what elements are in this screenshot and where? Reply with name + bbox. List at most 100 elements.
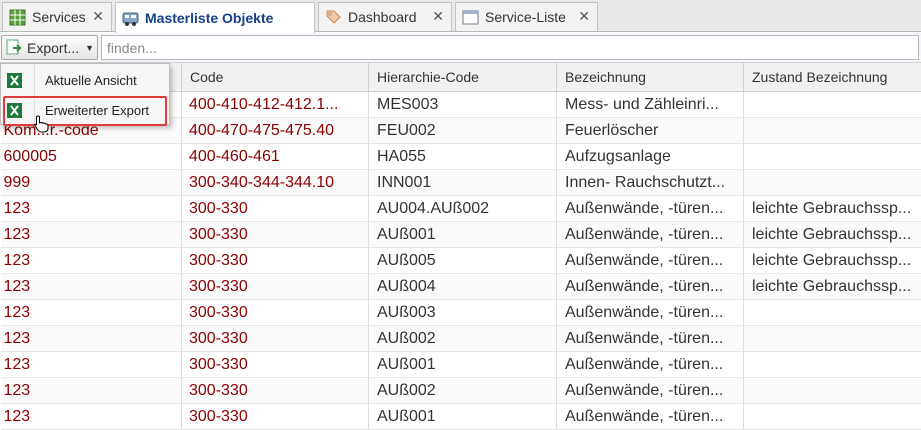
table-cell: 300-330 (181, 195, 369, 222)
table-row[interactable]: 123 300-330 AUß002 Außenwände, -türen... (0, 325, 921, 352)
table-row[interactable]: 123 300-330 AUß003 Außenwände, -türen... (0, 299, 921, 326)
vehicle-icon (122, 12, 139, 26)
tab-label: Dashboard (348, 9, 417, 25)
table-cell: 123 (0, 377, 182, 404)
column-header[interactable]: Code (181, 63, 369, 92)
table-cell: AUß001 (368, 351, 557, 378)
table-cell: 300-330 (181, 221, 369, 248)
table-cell: 300-330 (181, 273, 369, 300)
table-cell: Außenwände, -türen... (556, 247, 744, 274)
table-cell (743, 299, 921, 326)
table-cell: 400-460-461 (181, 143, 369, 170)
tab-masterliste-objekte[interactable]: Masterliste Objekte (115, 2, 315, 33)
table-row[interactable]: 123 300-330 AUß005 Außenwände, -türen... lei… (0, 247, 921, 274)
excel-icon (7, 72, 22, 88)
table-cell: HA055 (368, 143, 557, 170)
chevron-down-icon: ▼ (85, 42, 95, 53)
window-icon (462, 10, 479, 24)
table-cell: 300-330 (181, 247, 369, 274)
tab-service-liste[interactable]: Service-Liste ✕ (455, 2, 598, 31)
table-cell: Außenwände, -türen... (556, 273, 744, 300)
table-cell: Aufzugsanlage (556, 143, 744, 170)
table-cell: 600005 (0, 143, 182, 170)
table-cell (743, 325, 921, 352)
toolbar: Export... ▼ (0, 33, 921, 63)
tab-label: Masterliste Objekte (145, 10, 274, 26)
table-cell (743, 169, 921, 196)
tab-services[interactable]: Services ✕ (2, 2, 112, 31)
table-row[interactable]: 999 300-340-344-344.10 INN001 Innen- Rauchs… (0, 169, 921, 196)
hand-cursor-icon (34, 115, 49, 133)
menu-item-aktuelle-ansicht[interactable]: Aktuelle Ansicht (1, 66, 169, 94)
table-cell: 999 (0, 169, 182, 196)
table-row[interactable]: 600005 400-460-461 HA055 Aufzugsanlage (0, 143, 921, 170)
export-icon (6, 39, 22, 55)
table-cell: 300-330 (181, 299, 369, 326)
close-icon[interactable]: ✕ (432, 9, 444, 23)
table-cell: Außenwände, -türen... (556, 195, 744, 222)
close-icon[interactable]: ✕ (92, 9, 104, 23)
tab-label: Service-Liste (485, 9, 566, 25)
table-row[interactable]: 123 300-330 AU004.AUß002 Außenwände, -türen… (0, 195, 921, 222)
tab-bar: Services ✕ Masterliste Objekte Dashboard… (0, 0, 921, 33)
table-cell (743, 351, 921, 378)
table-cell: AUß005 (368, 247, 557, 274)
table-cell: Außenwände, -türen... (556, 299, 744, 326)
table-cell: leichte Gebrauchssp... (743, 247, 921, 274)
tag-icon (326, 10, 341, 24)
table-cell: INN001 (368, 169, 557, 196)
table-cell: 123 (0, 403, 182, 430)
table-cell: Außenwände, -türen... (556, 325, 744, 352)
table-cell: AUß002 (368, 377, 557, 404)
table-cell: AUß001 (368, 403, 557, 430)
table-cell: 400-410-412-412.1... (181, 91, 369, 118)
table-cell: 123 (0, 351, 182, 378)
export-label: Export... (27, 39, 80, 56)
table-cell: AUß001 (368, 221, 557, 248)
search-input[interactable] (101, 35, 919, 60)
export-button[interactable]: Export... ▼ (1, 35, 98, 60)
tab-label: Services (32, 9, 86, 25)
table-cell (743, 91, 921, 118)
close-icon[interactable]: ✕ (578, 9, 590, 23)
table-cell: 300-340-344-344.10 (181, 169, 369, 196)
table-cell: Feuerlöscher (556, 117, 744, 144)
table-row[interactable]: 123 300-330 AUß001 Außenwände, -türen... (0, 351, 921, 378)
table-cell: AU004.AUß002 (368, 195, 557, 222)
table-cell: 123 (0, 247, 182, 274)
table-cell: 400-470-475-475.40 (181, 117, 369, 144)
table-cell (743, 143, 921, 170)
table-row[interactable]: 123 300-330 AUß001 Außenwände, -türen... (0, 403, 921, 430)
table-cell: 300-330 (181, 403, 369, 430)
table-row[interactable]: 123 300-330 AUß001 Außenwände, -türen... lei… (0, 221, 921, 248)
table-cell (743, 377, 921, 404)
table-cell: 300-330 (181, 351, 369, 378)
table-row[interactable]: 123 300-330 AUß004 Außenwände, -türen... lei… (0, 273, 921, 300)
table-cell: leichte Gebrauchssp... (743, 273, 921, 300)
column-header[interactable]: Bezeichnung (556, 63, 744, 92)
table-cell: Außenwände, -türen... (556, 221, 744, 248)
table-cell: AUß002 (368, 325, 557, 352)
highlight-box (3, 96, 167, 126)
tab-dashboard[interactable]: Dashboard ✕ (318, 2, 452, 31)
table-cell: 300-330 (181, 325, 369, 352)
table-cell: MES003 (368, 91, 557, 118)
table-cell (743, 117, 921, 144)
table-row[interactable]: 123 300-330 AUß002 Außenwände, -türen... (0, 377, 921, 404)
column-header[interactable]: Hierarchie-Code (368, 63, 557, 92)
column-header[interactable]: Zustand Bezeichnung (743, 63, 921, 92)
table-cell: Außenwände, -türen... (556, 403, 744, 430)
table-cell: AUß003 (368, 299, 557, 326)
menu-item-label: Aktuelle Ansicht (45, 72, 137, 88)
table-cell: leichte Gebrauchssp... (743, 221, 921, 248)
table-cell: 123 (0, 299, 182, 326)
grid-icon (9, 9, 26, 25)
table-cell: 123 (0, 195, 182, 222)
table-cell: AUß004 (368, 273, 557, 300)
table-cell: 123 (0, 273, 182, 300)
table-cell: 123 (0, 325, 182, 352)
table-cell: FEU002 (368, 117, 557, 144)
table-cell: 300-330 (181, 377, 369, 404)
table-cell (743, 403, 921, 430)
table-cell: Außenwände, -türen... (556, 377, 744, 404)
